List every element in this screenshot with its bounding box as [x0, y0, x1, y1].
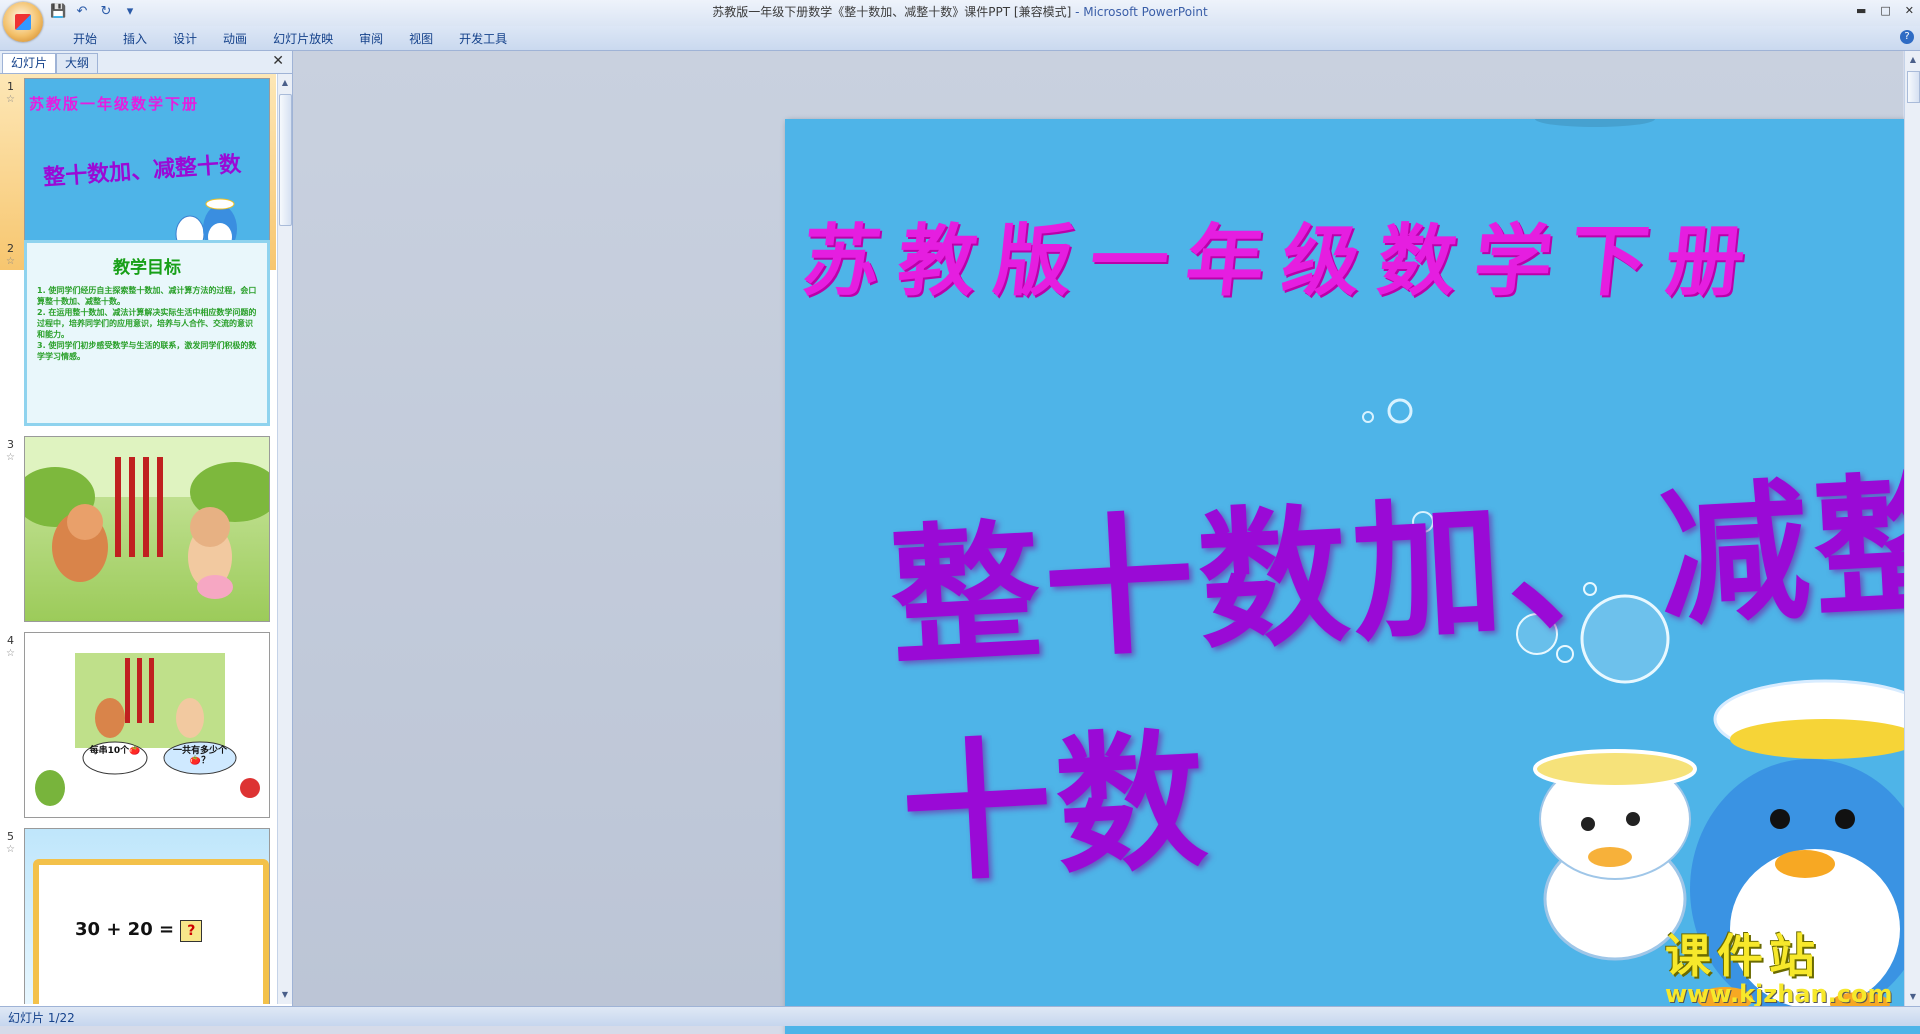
scroll-up-icon[interactable]: ▲: [1907, 53, 1919, 67]
ribbon: 开始 插入 设计 动画 幻灯片放映 审阅 视图 开发工具 ?: [0, 26, 1920, 51]
panel-tabs: 幻灯片 大纲 ✕: [0, 51, 292, 74]
document-title: 苏教版一年级下册数学《整十数加、减整十数》课件PPT [兼容模式]: [712, 5, 1072, 19]
objective-item: 3. 使同学们初步感受数学与生活的联系，激发同学们积极的数学学习情感。: [37, 341, 257, 361]
tab-slides[interactable]: 幻灯片: [2, 53, 57, 73]
penguins-illustration: [1533, 119, 1920, 1019]
transition-icon: ☆: [6, 844, 15, 855]
tab-design[interactable]: 设计: [160, 29, 210, 49]
maximize-icon[interactable]: □: [1880, 4, 1890, 17]
office-button[interactable]: [3, 2, 43, 42]
transition-icon: ☆: [6, 648, 15, 659]
panel-scrollbar[interactable]: ▲ ▼: [277, 74, 292, 1004]
tab-view[interactable]: 视图: [396, 29, 446, 49]
speech-bubble-right: 一共有多少个🍅？: [172, 746, 227, 766]
scroll-down-icon[interactable]: ▼: [1907, 990, 1919, 1004]
ribbon-tabs: 开始 插入 设计 动画 幻灯片放映 审阅 视图 开发工具: [60, 29, 520, 49]
slide-number: 3: [7, 438, 14, 451]
thumbnail-list-text: 1. 使同学们经历自主探索整十数加、减计算方法的过程，会口算整十数加、减整十数。…: [37, 285, 259, 362]
tab-developer[interactable]: 开发工具: [446, 29, 520, 49]
app-name: - Microsoft PowerPoint: [1071, 5, 1208, 19]
minimize-icon[interactable]: ▬: [1856, 4, 1866, 17]
watermark-cn: 课件站: [1665, 929, 1821, 983]
customize-toolbar-icon[interactable]: ▾: [122, 4, 138, 20]
slide-editing-area: 苏教版一年级数学下册 整十数加、减整十数: [293, 51, 1920, 1034]
squirrels-scene-illustration: [35, 653, 260, 806]
thumbnail-list: 1 ☆ 苏教版一年级数学下册 整十数加、减整十数 2 ☆ 教学目标 1. 使同学…: [0, 74, 276, 1004]
window-title: 苏教版一年级下册数学《整十数加、减整十数》课件PPT [兼容模式] - Micr…: [0, 0, 1920, 26]
thumbnail-heading: 教学目标: [113, 258, 181, 278]
transition-icon: ☆: [6, 256, 15, 267]
watermark-logo: 课件站 www.kjzhan.com: [1665, 920, 1905, 1008]
current-slide[interactable]: 苏教版一年级数学下册 整十数加、减整十数: [785, 119, 1920, 1034]
thumbnail-row-5[interactable]: 5 ☆ 30 + 20 = ?: [0, 824, 276, 1004]
tab-review[interactable]: 审阅: [346, 29, 396, 49]
slide-number: 2: [7, 242, 14, 255]
objective-item: 2. 在运用整十数加、减法计算解决实际生活中相应数学问题的过程中，培养同学们的应…: [37, 308, 257, 339]
redo-icon[interactable]: ↻: [98, 4, 114, 20]
speech-bubble-left: 每串10个🍅: [89, 746, 141, 756]
squirrels-illustration: [25, 437, 269, 599]
scroll-up-icon[interactable]: ▲: [279, 76, 291, 90]
thumbnail-row-2[interactable]: 2 ☆ 教学目标 1. 使同学们经历自主探索整十数加、减计算方法的过程，会口算整…: [0, 236, 276, 432]
undo-icon[interactable]: ↶: [74, 4, 90, 20]
thumbnail-row-3[interactable]: 3 ☆: [0, 432, 276, 628]
equation-text: 30 + 20 = ?: [75, 919, 203, 942]
scroll-thumb[interactable]: [279, 94, 292, 226]
slide-number: 5: [7, 830, 14, 843]
office-logo-icon: [15, 14, 31, 30]
transition-icon: ☆: [6, 94, 15, 105]
scroll-thumb[interactable]: [1907, 71, 1920, 103]
vertical-scrollbar[interactable]: ▲ ▼: [1904, 51, 1920, 1006]
tab-home[interactable]: 开始: [60, 29, 110, 49]
quick-access-toolbar: 💾 ↶ ↻ ▾: [50, 4, 138, 20]
objective-item: 1. 使同学们经历自主探索整十数加、减计算方法的过程，会口算整十数加、减整十数。: [37, 286, 257, 306]
tab-outline[interactable]: 大纲: [56, 53, 99, 73]
slide-indicator: 幻灯片 1/22: [8, 1011, 75, 1025]
thumbnail-row-4[interactable]: 4 ☆ 每串10个🍅 一共有多少个🍅？: [0, 628, 276, 824]
status-bar: 幻灯片 1/22: [0, 1006, 1920, 1026]
save-icon[interactable]: 💾: [50, 4, 66, 20]
slide-thumbnail-4[interactable]: 每串10个🍅 一共有多少个🍅？: [24, 632, 270, 818]
scroll-down-icon[interactable]: ▼: [279, 988, 291, 1002]
answer-box: ?: [180, 920, 203, 942]
slide-thumbnail-5[interactable]: 30 + 20 = ?: [24, 828, 270, 1004]
tab-insert[interactable]: 插入: [110, 29, 160, 49]
tab-slideshow[interactable]: 幻灯片放映: [260, 29, 346, 49]
window-controls: ▬ □ ✕: [1856, 4, 1914, 17]
slide-number: 4: [7, 634, 14, 647]
transition-icon: ☆: [6, 452, 15, 463]
panel-close-icon[interactable]: ✕: [272, 53, 284, 69]
tab-animations[interactable]: 动画: [210, 29, 260, 49]
close-icon[interactable]: ✕: [1905, 4, 1914, 17]
slide-thumbnail-2[interactable]: 教学目标 1. 使同学们经历自主探索整十数加、减计算方法的过程，会口算整十数加、…: [24, 240, 270, 426]
equation: 30 + 20 =: [75, 919, 175, 940]
slide-number: 1: [7, 80, 14, 93]
slide-thumbnail-3[interactable]: [24, 436, 270, 622]
slide-panel: 幻灯片 大纲 ✕ 1 ☆ 苏教版一年级数学下册 整十数加、减整十数 2 ☆ 教学…: [0, 51, 293, 1006]
title-bar: 苏教版一年级下册数学《整十数加、减整十数》课件PPT [兼容模式] - Micr…: [0, 0, 1920, 26]
watermark-url: www.kjzhan.com: [1665, 980, 1893, 1008]
help-icon[interactable]: ?: [1900, 30, 1914, 44]
